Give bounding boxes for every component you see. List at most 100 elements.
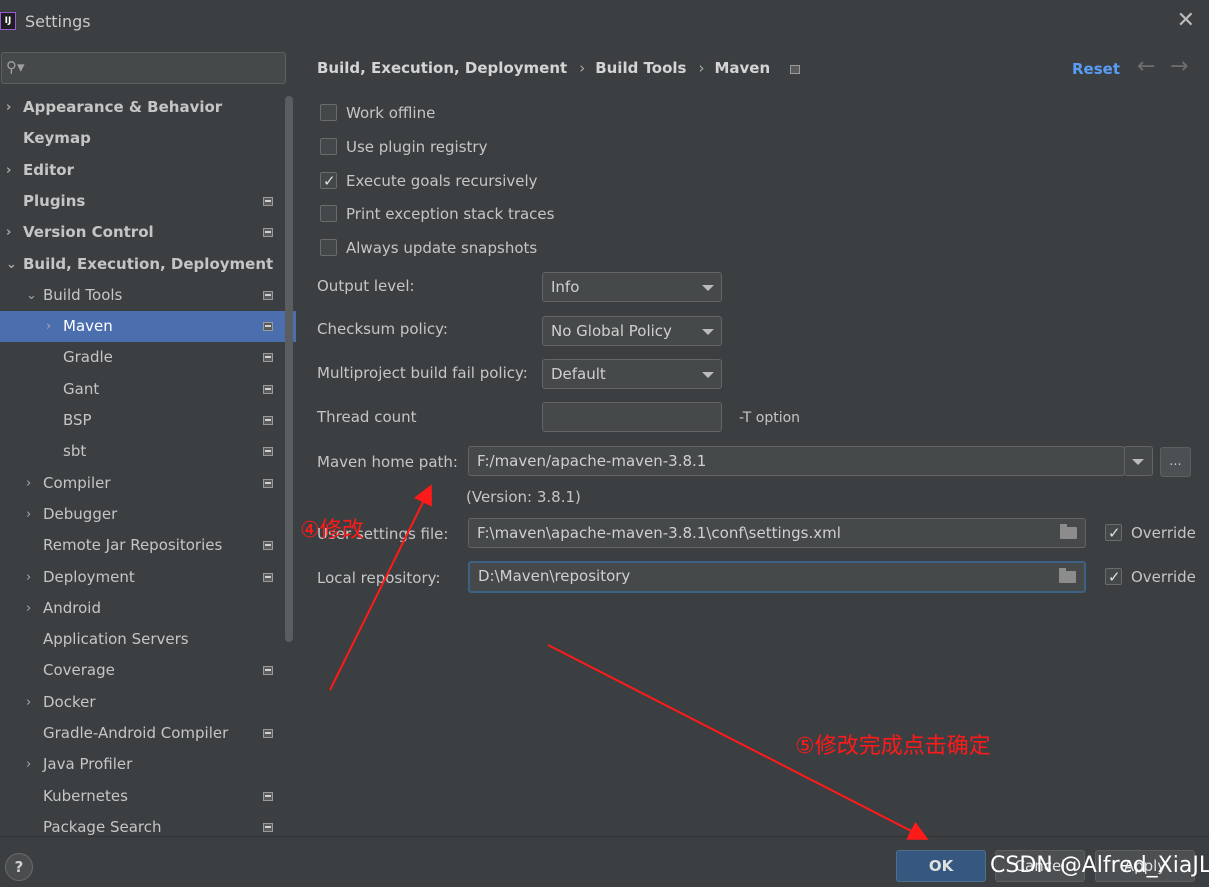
sidebar-item-label: Docker — [43, 692, 96, 711]
checksum-policy-select[interactable]: No Global Policy — [542, 316, 722, 346]
sidebar-item-gradle-android-compiler[interactable]: Gradle-Android Compiler — [0, 718, 297, 749]
ok-button[interactable]: OK — [896, 850, 986, 882]
sidebar-item-label: Remote Jar Repositories — [43, 536, 223, 555]
annotation-step5-text: ⑤修改完成点击确定 — [795, 734, 991, 759]
settings-tree: › Appearance & Behavior Keymap › Editor Plugi… — [0, 92, 297, 836]
sidebar-item-package-search[interactable]: Package Search — [0, 812, 297, 836]
execute-goals-checkbox[interactable] — [320, 170, 337, 192]
sidebar-item-build-execution-deployment[interactable]: ⌄ Build, Execution, Deployment — [0, 249, 297, 280]
output-level-select[interactable]: Info — [542, 272, 722, 302]
sidebar-item-kubernetes[interactable]: Kubernetes — [0, 781, 297, 812]
thread-count-input[interactable] — [542, 402, 722, 432]
sidebar-item-keymap[interactable]: Keymap — [0, 123, 297, 154]
project-level-icon — [263, 196, 273, 206]
user-settings-override-checkbox[interactable] — [1105, 522, 1122, 544]
folder-icon[interactable] — [1060, 524, 1077, 539]
print-exception-checkbox[interactable] — [320, 205, 337, 222]
project-level-icon — [263, 572, 273, 582]
maven-home-input[interactable]: F:/maven/apache-maven-3.8.1 — [468, 446, 1125, 476]
local-repository-input[interactable]: D:\Maven\repository — [468, 561, 1086, 593]
chevron-down-icon[interactable]: ⌄ — [6, 249, 17, 280]
sidebar-item-label: BSP — [63, 411, 92, 429]
sidebar-item-label: Build, Execution, Deployment — [23, 254, 274, 273]
chevron-right-icon[interactable]: › — [6, 92, 11, 123]
sidebar-item-label: sbt — [63, 442, 87, 461]
sidebar-item-build-tools[interactable]: ⌄ Build Tools — [0, 280, 297, 311]
back-arrow-icon[interactable]: ← — [1137, 54, 1155, 79]
chevron-down-icon[interactable]: ⌄ — [26, 280, 37, 311]
annotation-step4-text: ④修改 — [300, 518, 364, 543]
sidebar-item-debugger[interactable]: › Debugger — [0, 499, 297, 530]
sidebar-item-label: Coverage — [43, 661, 115, 680]
local-repository-override-checkbox[interactable] — [1105, 566, 1122, 588]
chevron-right-icon[interactable]: › — [26, 562, 31, 593]
project-level-icon — [263, 290, 273, 300]
fail-policy-select[interactable]: Default — [542, 359, 722, 389]
chevron-right-icon[interactable]: › — [26, 468, 31, 499]
csdn-watermark: CSDN @Alfred_XiaJL — [990, 853, 1209, 878]
always-update-label: Always update snapshots — [346, 239, 538, 257]
execute-goals-label: Execute goals recursively — [346, 172, 538, 190]
local-repository-override-label: Override — [1131, 568, 1196, 586]
close-icon[interactable]: ✕ — [1177, 8, 1195, 33]
sidebar-item-label: Version Control — [23, 223, 154, 242]
sidebar-item-label: Gradle-Android Compiler — [43, 724, 229, 742]
chevron-right-icon[interactable]: › — [46, 311, 51, 342]
sidebar-item-java-profiler[interactable]: › Java Profiler — [0, 749, 297, 780]
project-level-icon — [790, 65, 801, 74]
search-input[interactable]: ⚲▾ — [1, 52, 286, 84]
maven-home-label: Maven home path: — [317, 453, 458, 471]
sidebar-item-editor[interactable]: › Editor — [0, 155, 297, 186]
sidebar-item-gradle[interactable]: Gradle — [0, 342, 297, 373]
browse-maven-home-button[interactable]: ... — [1160, 447, 1191, 477]
work-offline-checkbox[interactable] — [320, 104, 337, 121]
sidebar-item-compiler[interactable]: › Compiler — [0, 468, 297, 499]
sidebar-item-application-servers[interactable]: Application Servers — [0, 624, 297, 655]
chevron-right-icon[interactable]: › — [6, 155, 11, 186]
project-level-icon — [263, 666, 273, 676]
user-settings-value: F:\maven\apache-maven-3.8.1\conf\setting… — [477, 524, 841, 542]
sidebar-item-coverage[interactable]: Coverage — [0, 655, 297, 686]
local-repository-label: Local repository: — [317, 569, 441, 587]
breadcrumb-build-execution-deployment: Build, Execution, Deployment — [317, 59, 568, 77]
chevron-right-icon[interactable]: › — [6, 217, 11, 248]
sidebar-item-version-control[interactable]: › Version Control — [0, 217, 297, 248]
fail-policy-label: Multiproject build fail policy: — [317, 364, 528, 382]
use-plugin-registry-checkbox[interactable] — [320, 138, 337, 155]
reset-link[interactable]: Reset — [1072, 60, 1120, 78]
fail-policy-value: Default — [551, 365, 606, 383]
user-settings-override-label: Override — [1131, 524, 1196, 542]
folder-icon[interactable] — [1059, 568, 1076, 583]
project-level-icon — [263, 822, 273, 832]
sidebar-item-android[interactable]: › Android — [0, 593, 297, 624]
help-icon[interactable]: ? — [5, 853, 33, 881]
always-update-checkbox[interactable] — [320, 239, 337, 256]
output-level-label: Output level: — [317, 277, 415, 295]
output-level-value: Info — [551, 278, 580, 296]
user-settings-input[interactable]: F:\maven\apache-maven-3.8.1\conf\setting… — [468, 518, 1086, 548]
sidebar-item-gant[interactable]: Gant — [0, 374, 297, 405]
sidebar-item-maven[interactable]: › Maven — [0, 311, 296, 343]
chevron-right-icon[interactable]: › — [26, 749, 31, 780]
sidebar-item-label: Gradle — [63, 348, 113, 367]
sidebar-item-deployment[interactable]: › Deployment — [0, 562, 297, 593]
breadcrumb-separator: › — [698, 59, 705, 77]
sidebar-item-bsp[interactable]: BSP — [0, 405, 297, 436]
maven-home-dropdown-button[interactable] — [1124, 446, 1153, 476]
sidebar-item-plugins[interactable]: Plugins — [0, 186, 297, 217]
chevron-right-icon[interactable]: › — [26, 499, 31, 530]
sidebar-item-label: Keymap — [23, 129, 91, 148]
sidebar-item-label: Plugins — [23, 191, 86, 210]
sidebar-item-docker[interactable]: › Docker — [0, 687, 297, 718]
sidebar-item-remote-jar-repositories[interactable]: Remote Jar Repositories — [0, 530, 297, 561]
chevron-right-icon[interactable]: › — [26, 687, 31, 718]
dropdown-arrow-icon — [702, 372, 714, 378]
breadcrumb-separator: › — [579, 59, 586, 77]
sidebar-item-appearance-behavior[interactable]: › Appearance & Behavior — [0, 92, 297, 123]
sidebar-scrollbar[interactable] — [285, 96, 293, 642]
chevron-right-icon[interactable]: › — [26, 593, 31, 624]
sidebar-item-sbt[interactable]: sbt — [0, 436, 297, 467]
work-offline-label: Work offline — [346, 104, 436, 122]
sidebar-item-label: Compiler — [43, 473, 111, 492]
forward-arrow-icon[interactable]: → — [1170, 54, 1188, 79]
